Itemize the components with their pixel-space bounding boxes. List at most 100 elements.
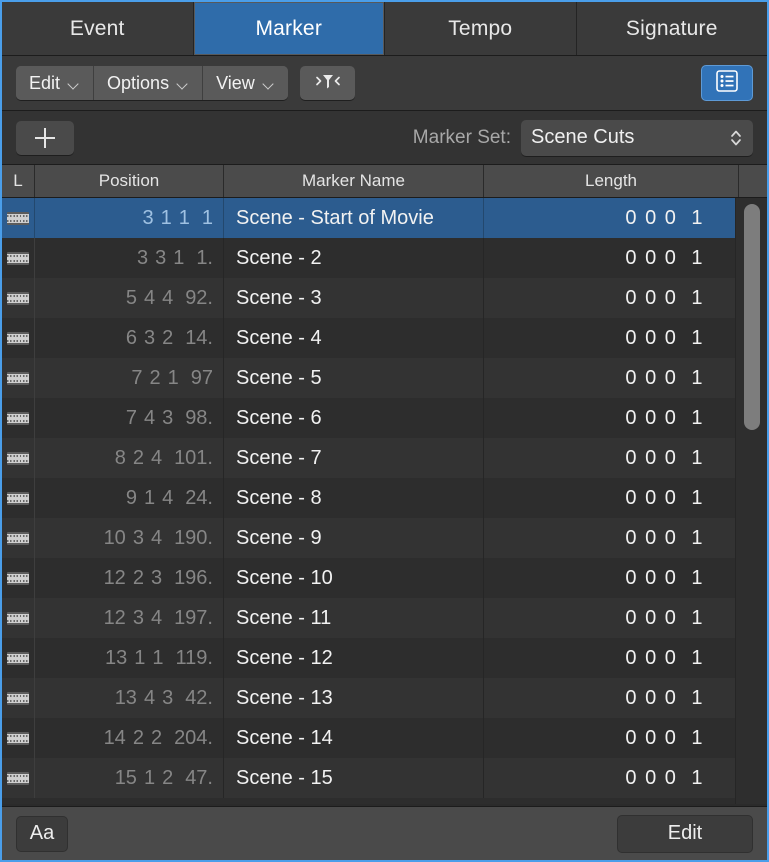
row-marker-icon-cell: [2, 518, 35, 558]
table-row[interactable]: 13 4 3 42. Scene - 13 0 0 0 1: [2, 678, 767, 718]
edit-button[interactable]: Edit: [617, 814, 753, 853]
tab-signature[interactable]: Signature: [576, 2, 767, 55]
column-header-l[interactable]: L: [2, 165, 35, 197]
row-length-cell[interactable]: 0 0 0 1: [484, 358, 739, 398]
filter-button[interactable]: [299, 66, 355, 100]
marker-set-dropdown[interactable]: Scene Cuts: [521, 119, 753, 156]
position-division: 2: [162, 766, 174, 789]
position-beat: 2: [132, 446, 144, 469]
row-position-cell[interactable]: 7 4 3 98.: [35, 398, 224, 438]
row-position-cell[interactable]: 13 1 1 119.: [35, 638, 224, 678]
row-marker-name-cell[interactable]: Scene - 7: [224, 438, 484, 478]
row-marker-name-cell[interactable]: Scene - Start of Movie: [224, 198, 484, 238]
row-marker-name-cell[interactable]: Scene - 8: [224, 478, 484, 518]
row-length-cell[interactable]: 0 0 0 1: [484, 478, 739, 518]
marker-name: Scene - 7: [236, 446, 322, 469]
table-row[interactable]: 12 2 3 196. Scene - 10 0 0 0 1: [2, 558, 767, 598]
row-length-cell[interactable]: 0 0 0 1: [484, 758, 739, 798]
table-row[interactable]: 3 3 1 1. Scene - 2 0 0 01: [2, 238, 767, 278]
column-header-pos[interactable]: Position: [35, 165, 224, 197]
position-ticks: 119.: [175, 646, 213, 669]
table-row[interactable]: 5 4 4 92. Scene - 3 0 0 01: [2, 278, 767, 318]
row-position-cell[interactable]: 7 2 1 97: [35, 358, 224, 398]
row-position-cell[interactable]: 3 3 1 1.: [35, 238, 224, 278]
row-marker-name-cell[interactable]: Scene - 14: [224, 718, 484, 758]
length-value: 0 0 0: [625, 766, 678, 789]
scrollbar-thumb[interactable]: [744, 204, 760, 430]
row-position-cell[interactable]: 12 3 4 197.: [35, 598, 224, 638]
row-marker-name-cell[interactable]: Scene - 11: [224, 598, 484, 638]
row-marker-name-cell[interactable]: Scene - 15: [224, 758, 484, 798]
position-division: 1: [152, 646, 164, 669]
row-length-cell[interactable]: 0 0 0 1: [484, 598, 739, 638]
row-marker-name-cell[interactable]: Scene - 3: [224, 278, 484, 318]
row-position-cell[interactable]: 15 1 2 47.: [35, 758, 224, 798]
row-length-cell[interactable]: 0 0 0 1: [484, 238, 739, 278]
table-row[interactable]: 9 1 4 24. Scene - 8 0 0 01: [2, 478, 767, 518]
row-marker-name-cell[interactable]: Scene - 9: [224, 518, 484, 558]
row-position-cell[interactable]: 8 2 4 101.: [35, 438, 224, 478]
row-length-cell[interactable]: 0 0 0 1: [484, 678, 739, 718]
tab-marker[interactable]: Marker: [193, 2, 385, 55]
table-row[interactable]: 3111 Scene - Start of Movie 0 0 01: [2, 198, 767, 238]
row-length-cell[interactable]: 0 0 0 1: [484, 398, 739, 438]
length-value: 0 0 0: [625, 686, 678, 709]
marker-set-value: Scene Cuts: [531, 126, 635, 148]
position-ticks: 24.: [185, 486, 213, 509]
menu-options[interactable]: Options: [94, 66, 204, 100]
row-marker-name-cell[interactable]: Scene - 13: [224, 678, 484, 718]
row-length-cell[interactable]: 0 0 0 1: [484, 438, 739, 478]
row-position-cell[interactable]: 5 4 4 92.: [35, 278, 224, 318]
table-row[interactable]: 8 2 4 101. Scene - 7 0 0 0 1: [2, 438, 767, 478]
position-ticks: 97: [190, 366, 213, 389]
row-length-cell[interactable]: 0 0 0 1: [484, 198, 739, 238]
row-marker-name-cell[interactable]: Scene - 4: [224, 318, 484, 358]
row-length-cell[interactable]: 0 0 0 1: [484, 638, 739, 678]
row-position-cell[interactable]: 14 2 2 204.: [35, 718, 224, 758]
table-row[interactable]: 13 1 1 119. Scene - 12 0 0 01: [2, 638, 767, 678]
table-row[interactable]: 12 3 4 197. Scene - 11 0 0 0 1: [2, 598, 767, 638]
table-row[interactable]: 7 4 3 98. Scene - 6 0 0 0 1: [2, 398, 767, 438]
list-view-toggle-button[interactable]: [701, 65, 753, 101]
tab-event[interactable]: Event: [2, 2, 194, 55]
menu-edit[interactable]: Edit: [16, 66, 95, 100]
tab-label: Tempo: [448, 16, 513, 40]
row-marker-icon-cell: [2, 758, 35, 798]
row-marker-name-cell[interactable]: Scene - 2: [224, 238, 484, 278]
table-row[interactable]: 10 3 4 190. Scene - 9 0 0 0 1: [2, 518, 767, 558]
row-length-cell[interactable]: 0 0 0 1: [484, 558, 739, 598]
add-marker-button[interactable]: [16, 120, 74, 155]
menu-view[interactable]: View: [203, 66, 288, 100]
vertical-scrollbar[interactable]: [735, 198, 767, 804]
row-position-cell[interactable]: 13 4 3 42.: [35, 678, 224, 718]
table-row[interactable]: 14 2 2 204. Scene - 14 0 0 0 1: [2, 718, 767, 758]
row-length-cell[interactable]: 0 0 0 1: [484, 518, 739, 558]
row-length-cell[interactable]: 0 0 0 1: [484, 318, 739, 358]
marker-name: Scene - 3: [236, 286, 322, 309]
column-header-name[interactable]: Marker Name: [224, 165, 484, 197]
tab-label: Signature: [625, 16, 718, 40]
row-position-cell[interactable]: 10 3 4 190.: [35, 518, 224, 558]
film-strip-icon: [7, 451, 29, 465]
row-length-cell[interactable]: 0 0 0 1: [484, 718, 739, 758]
position-bar: 5: [125, 286, 137, 309]
length-value: 0 0 0: [625, 326, 678, 349]
position-bar: 7: [131, 366, 143, 389]
column-header-length[interactable]: Length: [484, 165, 739, 197]
table-row[interactable]: 7 2 1 97 Scene - 5 0 0 01: [2, 358, 767, 398]
text-style-button[interactable]: Aa: [16, 815, 68, 852]
row-marker-name-cell[interactable]: Scene - 10: [224, 558, 484, 598]
tab-tempo[interactable]: Tempo: [385, 2, 577, 55]
row-marker-name-cell[interactable]: Scene - 12: [224, 638, 484, 678]
row-marker-name-cell[interactable]: Scene - 5: [224, 358, 484, 398]
table-row[interactable]: 15 1 2 47. Scene - 15 0 0 01: [2, 758, 767, 798]
row-marker-icon-cell: [2, 478, 35, 518]
row-length-cell[interactable]: 0 0 0 1: [484, 278, 739, 318]
table-row[interactable]: 6 3 2 14. Scene - 4 0 0 0 1: [2, 318, 767, 358]
row-position-cell[interactable]: 9 1 4 24.: [35, 478, 224, 518]
row-marker-name-cell[interactable]: Scene - 6: [224, 398, 484, 438]
row-position-cell[interactable]: 6 3 2 14.: [35, 318, 224, 358]
row-position-cell[interactable]: 12 2 3 196.: [35, 558, 224, 598]
position-division: 3: [150, 566, 163, 589]
row-position-cell[interactable]: 3111: [35, 198, 224, 238]
